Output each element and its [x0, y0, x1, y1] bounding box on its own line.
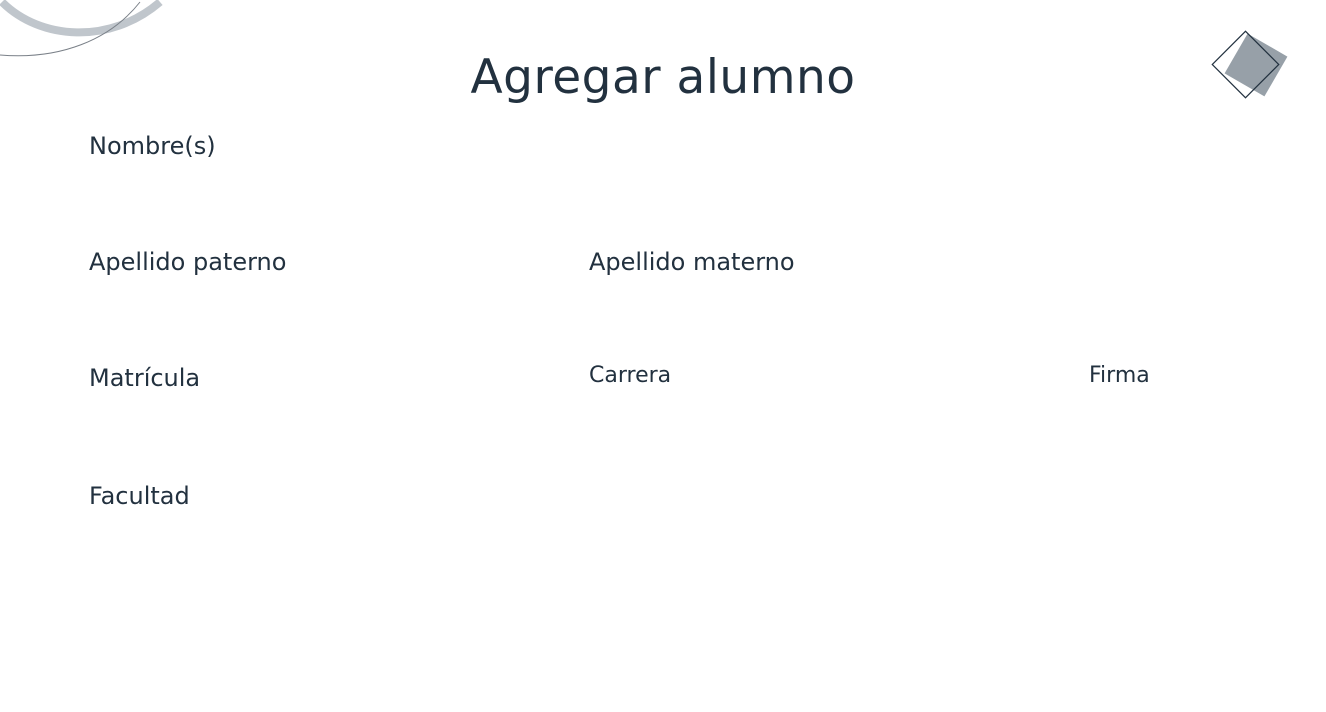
field-label-apellido-materno: Apellido materno: [589, 248, 795, 276]
field-label-matricula: Matrícula: [89, 364, 201, 392]
field-label-carrera: Carrera: [589, 363, 672, 388]
field-label-apellido-paterno: Apellido paterno: [89, 248, 287, 276]
field-label-firma: Firma: [1089, 363, 1150, 388]
field-label-facultad: Facultad: [89, 482, 190, 510]
page-title: Agregar alumno: [470, 50, 856, 105]
field-label-nombre: Nombre(s): [89, 132, 216, 160]
